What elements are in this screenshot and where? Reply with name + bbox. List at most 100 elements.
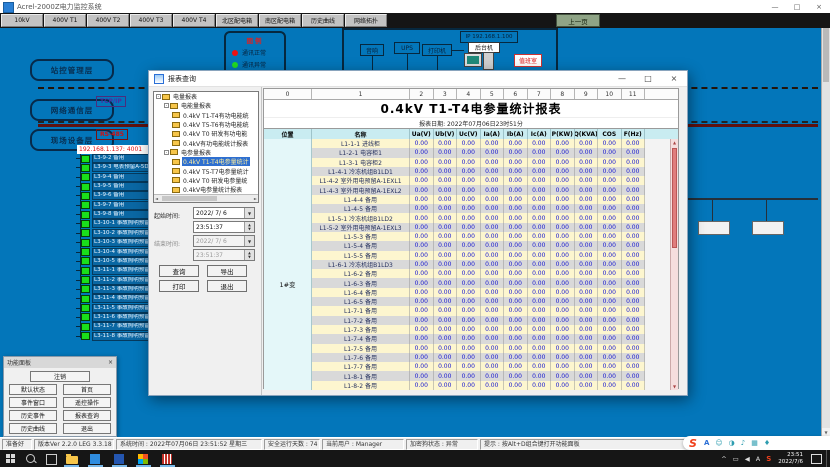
tree-item[interactable]: 0.4kV T5-T6有功电能统 [154,120,258,129]
column-number[interactable]: 7 [528,89,552,99]
tab-8[interactable]: 历史曲线 [302,14,344,27]
expand-icon[interactable]: - [164,150,169,155]
table-row[interactable]: L1-4-5 备用0.000.000.000.000.000.000.000.0… [312,204,672,213]
table-scroll-thumb[interactable] [672,148,677,248]
panel-close-icon[interactable]: × [108,359,113,366]
table-row[interactable]: L1-7-7 备用0.000.000.000.000.000.000.000.0… [312,362,672,371]
tab-6[interactable]: 北区配电箱 [216,14,258,27]
expand-icon[interactable]: - [156,94,161,99]
panel-button-8[interactable]: 退出 [63,423,111,434]
scrollbar-thumb[interactable] [823,24,829,82]
show-desktop-button[interactable] [826,450,830,467]
table-row[interactable]: L1-7-3 备用0.000.000.000.000.000.000.000.0… [312,325,672,334]
keyboard-icon[interactable]: ▦ [751,439,758,447]
taskbar-clock[interactable]: 23:51 2022/7/6 [778,452,803,465]
scroll-right-icon[interactable]: ► [254,196,257,202]
table-row[interactable]: L1-4-3 室外用电预留A-1EXL20.000.000.000.000.00… [312,185,672,194]
voice-icon[interactable]: ♪ [741,439,745,447]
table-row[interactable]: L1-8-1 备用0.000.000.000.000.000.000.000.0… [312,371,672,380]
table-row[interactable]: L1-7-1 备用0.000.000.000.000.000.000.000.0… [312,306,672,315]
column-number[interactable]: 0 [264,89,312,99]
tree-item[interactable]: 0.4kV T0 研发电参量统 [154,176,258,185]
tray-volume-icon[interactable]: ◀ [745,455,750,463]
table-row[interactable]: L1-4-4 备用0.000.000.000.000.000.000.000.0… [312,195,672,204]
column-number[interactable]: 6 [504,89,528,99]
dialog-maximize-button[interactable]: □ [635,71,661,87]
table-row[interactable]: L1-7-2 备用0.000.000.000.000.000.000.000.0… [312,316,672,325]
close-button[interactable]: × [808,0,830,13]
maximize-button[interactable]: □ [786,0,808,13]
table-row[interactable]: L1-3-1 电容柜20.000.000.000.000.000.000.000… [312,158,672,167]
panel-button-7[interactable]: 历史曲线 [9,423,57,434]
column-number[interactable]: 11 [622,89,646,99]
tree-hscrollbar[interactable]: ◄ ► [154,194,258,202]
tree-item[interactable]: 0.4kV电参量统计报表 [154,185,258,194]
taskbar-app-icon[interactable] [90,454,100,464]
ime-mode-icon[interactable]: A [704,439,709,447]
tray-display-icon[interactable]: ▭ [733,455,739,463]
start-date-picker[interactable]: 2022/ 7/ 6 ▼ [193,207,255,219]
table-row[interactable]: L1-5-2 室外用电预留A-1EXL30.000.000.000.000.00… [312,223,672,232]
start-time-spinner[interactable]: 23:51:37 ▲▼ [193,221,255,233]
table-scrollbar[interactable]: ▲ ▼ [670,139,678,390]
sogou-logo-icon[interactable]: S [689,437,697,450]
table-row[interactable]: L1-6-3 备用0.000.000.000.000.000.000.000.0… [312,278,672,287]
tab-7[interactable]: 南区配电箱 [259,14,301,27]
skin-icon[interactable]: ◑ [729,439,735,447]
table-row[interactable]: L1-1-1 进线柜0.000.000.000.000.000.000.000.… [312,139,672,148]
table-row[interactable]: L1-7-5 备用0.000.000.000.000.000.000.000.0… [312,344,672,353]
action-center-icon[interactable] [811,454,822,464]
file-explorer-icon[interactable] [66,456,78,464]
table-row[interactable]: L1-6-2 备用0.000.000.000.000.000.000.000.0… [312,269,672,278]
window-scrollbar[interactable]: ▲ ▼ [821,13,830,437]
table-row[interactable]: L1-7-6 备用0.000.000.000.000.000.000.000.0… [312,353,672,362]
tab-5[interactable]: 400V T4 [173,14,215,27]
table-row[interactable]: L1-5-1 冷冻机组B1LD20.000.000.000.000.000.00… [312,213,672,222]
dialog-button-2[interactable]: 导出 [207,265,247,277]
taskbar-app-icon[interactable] [138,454,148,464]
dialog-button-4[interactable]: 退出 [207,280,247,292]
dialog-minimize-button[interactable]: — [609,71,635,87]
emoji-icon[interactable]: ☺ [715,439,722,447]
tab-9[interactable]: 网络拓扑 [345,14,387,27]
tab-2[interactable]: 400V T1 [44,14,86,27]
panel-button-6[interactable]: 报表查询 [63,410,111,421]
panel-button-4[interactable]: 遥控操作 [63,397,111,408]
taskbar-app-icon[interactable] [162,454,172,464]
ime-toolbar[interactable]: S A ☺ ◑ ♪ ▦ ♦ [683,436,830,450]
tree-item[interactable]: 0.4kV T1-T4电参量统计 [154,157,258,166]
table-row[interactable]: L1-6-4 备用0.000.000.000.000.000.000.000.0… [312,288,672,297]
function-panel-titlebar[interactable]: 功能面板 × [4,357,116,368]
expand-icon[interactable]: - [164,103,169,108]
start-button-icon[interactable] [6,454,15,463]
search-icon[interactable] [26,454,35,463]
dialog-close-button[interactable]: × [661,71,687,87]
chevron-down-icon[interactable]: ▼ [244,208,254,218]
tray-ime-indicator[interactable]: A [756,455,760,463]
scroll-left-icon[interactable]: ◄ [155,196,158,202]
tree-root[interactable]: -电量报表 [154,92,258,101]
panel-button-5[interactable]: 历史事件 [9,410,57,421]
column-number[interactable]: 3 [434,89,458,99]
dialog-button-1[interactable]: 查询 [159,265,199,277]
tray-chevron-icon[interactable]: ^ [721,455,726,463]
table-row[interactable]: L1-4-1 冷冻机组B1LD10.000.000.000.000.000.00… [312,167,672,176]
tree-group[interactable]: -电参量报表 [154,148,258,157]
tab-4[interactable]: 400V T3 [130,14,172,27]
spinner-icons[interactable]: ▲▼ [244,222,254,232]
column-number[interactable]: 2 [410,89,434,99]
toolbox-icon[interactable]: ♦ [764,439,770,447]
table-row[interactable]: L1-2-1 电容柜10.000.000.000.000.000.000.000… [312,148,672,157]
panel-button-3[interactable]: 事件窗口 [9,397,57,408]
column-number[interactable]: 8 [551,89,575,99]
scroll-down-icon[interactable]: ▼ [671,384,678,389]
task-view-icon[interactable] [46,454,57,465]
column-number[interactable]: 1 [312,89,410,99]
column-number[interactable]: 5 [481,89,505,99]
tray-sogou-icon[interactable]: S [766,455,771,463]
dialog-titlebar[interactable]: 报表查询 — □ × [149,71,687,87]
table-row[interactable]: L1-5-4 备用0.000.000.000.000.000.000.000.0… [312,241,672,250]
table-row[interactable]: L1-7-4 备用0.000.000.000.000.000.000.000.0… [312,334,672,343]
column-number[interactable]: 9 [575,89,599,99]
minimize-button[interactable]: — [764,0,786,13]
